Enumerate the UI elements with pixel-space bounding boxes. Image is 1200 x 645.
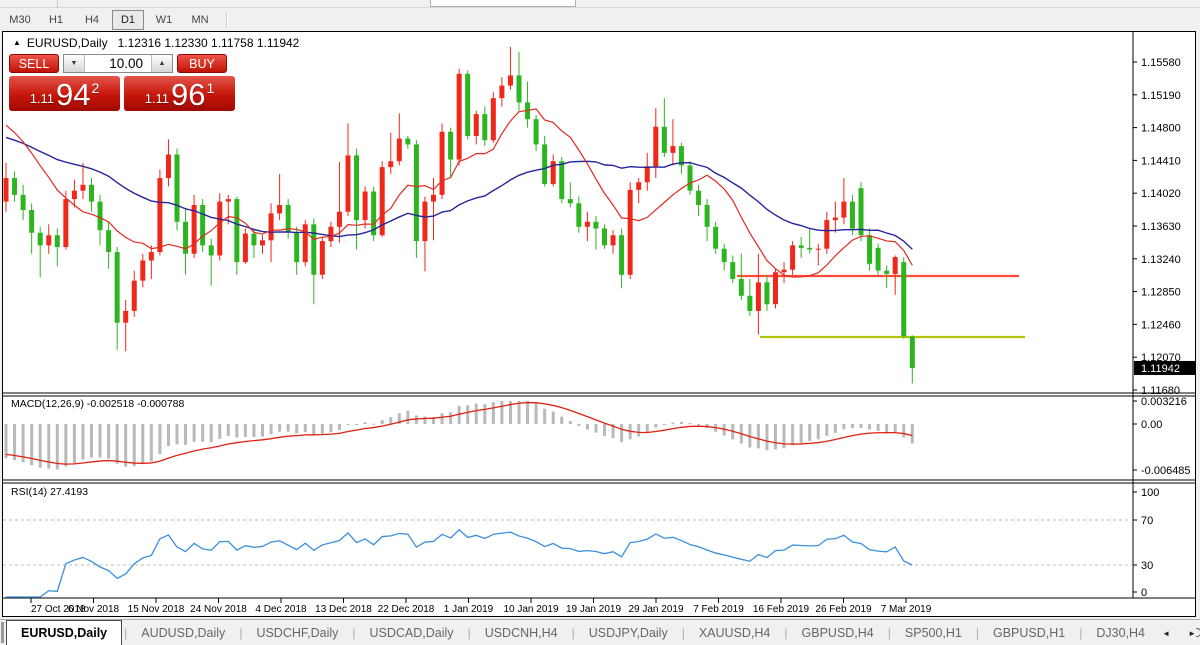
timeframe-button-h4[interactable]: H4 [76, 10, 108, 30]
svg-text:1.12460: 1.12460 [1141, 319, 1181, 331]
tab-gbpusd-h4[interactable]: GBPUSD,H4 [788, 620, 888, 645]
tab-scroll-arrows: ◄ ► [1154, 620, 1196, 645]
bid-price-tile[interactable]: 1.11 94 2 [9, 76, 120, 111]
chart-title: ▲ EURUSD,Daily 1.12316 1.12330 1.11758 1… [13, 36, 299, 50]
svg-text:1.11942: 1.11942 [1141, 363, 1180, 375]
bid-price-pips: 94 [56, 80, 90, 109]
tab-eurusd-daily[interactable]: EURUSD,Daily [6, 620, 122, 645]
svg-text:1.12850: 1.12850 [1141, 287, 1181, 299]
svg-text:16 Feb 2019: 16 Feb 2019 [753, 604, 810, 615]
svg-text:19 Jan 2019: 19 Jan 2019 [566, 604, 621, 615]
svg-text:1.14800: 1.14800 [1141, 123, 1181, 135]
svg-text:10 Jan 2019: 10 Jan 2019 [503, 604, 558, 615]
toolbar-separator [57, 0, 58, 8]
volume-input[interactable] [85, 55, 151, 72]
volume-increase-button[interactable]: ▲ [151, 55, 172, 72]
timeframe-button-w1[interactable]: W1 [148, 10, 180, 30]
ask-price-point: 1 [207, 80, 215, 96]
svg-text:1.14020: 1.14020 [1141, 188, 1181, 200]
scroll-tabs-right-icon[interactable]: ► [1188, 629, 1196, 638]
ask-price-pips: 96 [171, 80, 205, 109]
svg-text:29 Jan 2019: 29 Jan 2019 [628, 604, 683, 615]
svg-text:0: 0 [1141, 587, 1147, 599]
tab-usdcnh-h4[interactable]: USDCNH,H4 [471, 620, 572, 645]
svg-text:22 Dec 2018: 22 Dec 2018 [378, 604, 435, 615]
tab-usdchf-daily[interactable]: USDCHF,Daily [242, 620, 352, 645]
buy-button[interactable]: BUY [177, 54, 227, 73]
tab-sp500-h1[interactable]: SP500,H1 [891, 620, 976, 645]
bid-price-prefix: 1.11 [30, 91, 54, 106]
sell-button[interactable]: SELL [9, 54, 59, 73]
timeframe-buttons: M30H1H4D1W1MN [0, 10, 216, 30]
timeframe-toolbar: M30H1H4D1W1MN [0, 8, 1200, 31]
timeframe-button-h1[interactable]: H1 [40, 10, 72, 30]
symbol-period-label: EURUSD,Daily [27, 36, 108, 50]
svg-text:1.14410: 1.14410 [1141, 155, 1181, 167]
macd-indicator-label: MACD(12,26,9) -0.002518 -0.000788 [11, 398, 184, 410]
scroll-tabs-left-icon[interactable]: ◄ [1162, 629, 1170, 638]
timeframe-button-d1[interactable]: D1 [112, 10, 144, 30]
svg-text:1.13240: 1.13240 [1141, 254, 1181, 266]
svg-text:1.13630: 1.13630 [1141, 221, 1181, 233]
tab-usdjpy-daily[interactable]: USDJPY,Daily [575, 620, 682, 645]
chart-canvas[interactable]: 1.15580 1.15190 1.14800 1.14410 1.14020 1.136… [3, 32, 1195, 616]
tab-gbpusd-h1[interactable]: GBPUSD,H1 [979, 620, 1079, 645]
svg-text:7 Feb 2019: 7 Feb 2019 [693, 604, 744, 615]
one-click-trade-panel: SELL ▼ ▲ BUY 1.11 94 2 1.11 96 1 [9, 54, 235, 111]
svg-text:4 Dec 2018: 4 Dec 2018 [255, 604, 307, 615]
ohlc-values: 1.12316 1.12330 1.11758 1.11942 [118, 36, 300, 50]
bid-price-point: 2 [92, 80, 100, 96]
collapse-panel-icon[interactable]: ▲ [13, 38, 21, 47]
svg-text:7 Mar 2019: 7 Mar 2019 [881, 604, 932, 615]
tab-bar-grip[interactable] [1, 622, 4, 643]
chart-window[interactable]: 1.15580 1.15190 1.14800 1.14410 1.14020 1.136… [2, 31, 1196, 617]
toolbar-combobox-fragment [430, 0, 576, 7]
svg-text:1.15190: 1.15190 [1141, 90, 1181, 102]
svg-text:70: 70 [1141, 515, 1153, 527]
volume-stepper: ▼ ▲ [63, 54, 173, 73]
tab-dj30-h4[interactable]: DJ30,H4 [1082, 620, 1159, 645]
svg-text:-0.006485: -0.006485 [1141, 465, 1191, 477]
toolbar-divider [226, 11, 227, 29]
tab-usdcad-daily[interactable]: USDCAD,Daily [356, 620, 468, 645]
svg-text:26 Feb 2019: 26 Feb 2019 [815, 604, 872, 615]
svg-text:24 Nov 2018: 24 Nov 2018 [190, 604, 247, 615]
tab-items: EURUSD,Daily|AUDUSD,Daily|USDCHF,Daily|U… [6, 620, 1200, 645]
timeframe-button-m30[interactable]: M30 [4, 10, 36, 30]
svg-text:30: 30 [1141, 560, 1153, 572]
ask-price-tile[interactable]: 1.11 96 1 [124, 76, 235, 111]
symbol-tab-bar: EURUSD,Daily|AUDUSD,Daily|USDCHF,Daily|U… [0, 619, 1200, 645]
svg-text:15 Nov 2018: 15 Nov 2018 [128, 604, 185, 615]
svg-text:0.00: 0.00 [1141, 419, 1162, 431]
tab-xauusd-h4[interactable]: XAUUSD,H4 [685, 620, 785, 645]
svg-text:6 Nov 2018: 6 Nov 2018 [68, 604, 120, 615]
rsi-indicator-label: RSI(14) 27.4193 [11, 486, 88, 498]
top-cutoff-toolbar [0, 0, 1200, 8]
svg-text:100: 100 [1141, 487, 1159, 499]
timeframe-button-mn[interactable]: MN [184, 10, 216, 30]
volume-decrease-button[interactable]: ▼ [64, 55, 85, 72]
tab-audusd-daily[interactable]: AUDUSD,Daily [127, 620, 239, 645]
ask-price-prefix: 1.11 [145, 91, 169, 106]
svg-text:0.003216: 0.003216 [1141, 396, 1187, 408]
svg-text:13 Dec 2018: 13 Dec 2018 [315, 604, 372, 615]
svg-text:1.15580: 1.15580 [1141, 57, 1181, 69]
svg-text:1 Jan 2019: 1 Jan 2019 [444, 604, 494, 615]
